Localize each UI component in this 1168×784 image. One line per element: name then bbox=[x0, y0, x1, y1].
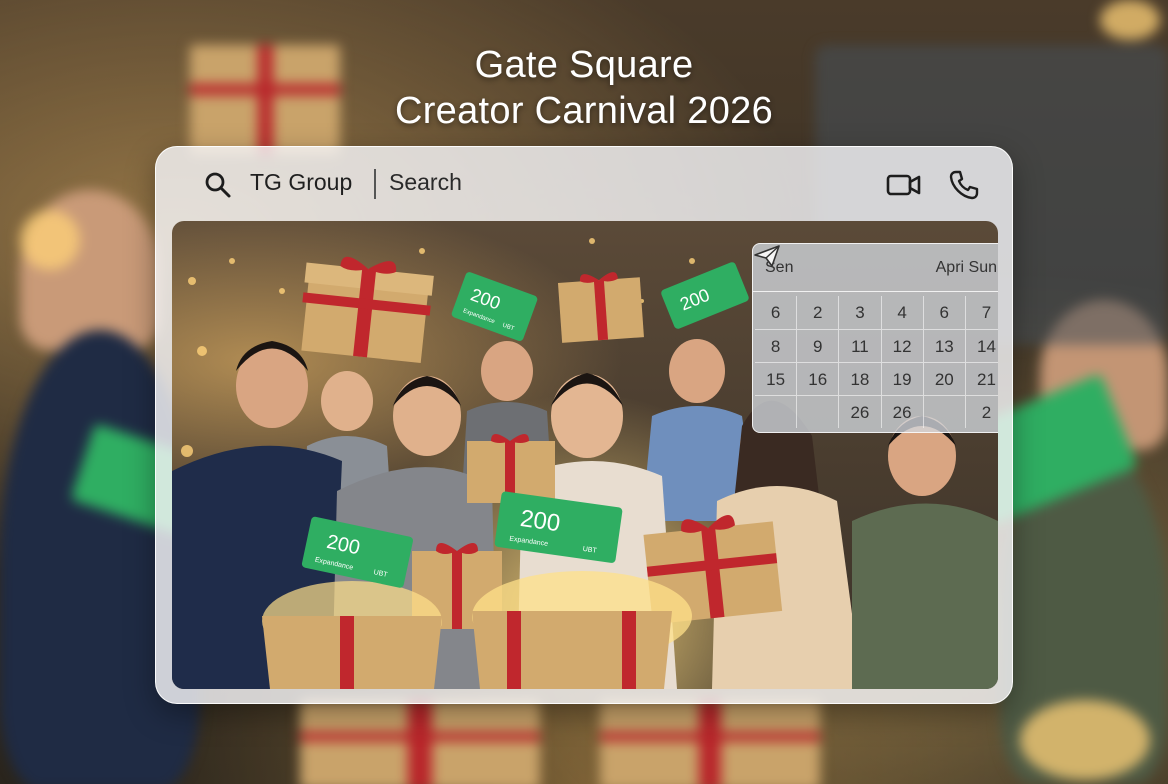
search-bar[interactable]: TG Group Search bbox=[156, 147, 1012, 221]
calendar-day[interactable]: 26 bbox=[880, 396, 923, 428]
search-input[interactable]: Search bbox=[389, 169, 462, 196]
calendar-week-row: 8 9 11 12 13 14 bbox=[755, 329, 998, 362]
ticket-amount: 200 bbox=[518, 505, 561, 537]
headline-line-2: Creator Carnival 2026 bbox=[394, 90, 774, 132]
paper-plane-icon[interactable] bbox=[753, 244, 781, 268]
calendar-week-row: 15 16 18 19 20 21 bbox=[755, 362, 998, 395]
calendar-day[interactable]: 11 bbox=[838, 330, 880, 362]
reward-ticket: 200 Expandance UBT bbox=[451, 272, 538, 341]
background-gift bbox=[600, 700, 820, 784]
calendar-week-row: 26 26 2 bbox=[755, 395, 998, 428]
background-bokeh bbox=[1020, 700, 1150, 780]
calendar-day[interactable]: 6 bbox=[922, 296, 965, 329]
background-bokeh bbox=[20, 210, 80, 270]
calendar-day[interactable]: 7 bbox=[964, 296, 998, 329]
background-gift bbox=[300, 700, 540, 784]
calendar-day[interactable]: 21 bbox=[964, 363, 998, 395]
phone-icon[interactable] bbox=[948, 169, 980, 201]
search-divider bbox=[374, 169, 376, 199]
calendar-day[interactable] bbox=[796, 396, 838, 428]
calendar-header: Sen Apri Sun bbox=[753, 244, 998, 292]
calendar-grid: 6 2 3 4 6 7 8 9 11 12 13 14 15 16 18 19 … bbox=[755, 296, 998, 428]
calendar-day[interactable]: 2 bbox=[964, 396, 998, 428]
chat-window-card: TG Group Search 200 Expandance UBT 200 2… bbox=[155, 146, 1013, 704]
calendar-day[interactable] bbox=[755, 396, 796, 428]
calendar-day[interactable]: 19 bbox=[880, 363, 923, 395]
calendar-day[interactable]: 9 bbox=[796, 330, 838, 362]
calendar-widget[interactable]: Sen Apri Sun 6 2 3 4 6 7 8 9 11 12 13 14… bbox=[752, 243, 998, 433]
calendar-day[interactable]: 18 bbox=[838, 363, 880, 395]
floating-gift bbox=[301, 256, 434, 363]
calendar-day[interactable]: 8 bbox=[755, 330, 796, 362]
calendar-week-row: 6 2 3 4 6 7 bbox=[755, 296, 998, 329]
headline-line-1: Gate Square bbox=[474, 44, 694, 86]
background-bokeh bbox=[1100, 0, 1160, 40]
calendar-day[interactable]: 20 bbox=[922, 363, 965, 395]
calendar-day[interactable]: 4 bbox=[880, 296, 923, 329]
calendar-day[interactable]: 12 bbox=[880, 330, 923, 362]
calendar-day[interactable]: 3 bbox=[838, 296, 880, 329]
calendar-day[interactable]: 26 bbox=[838, 396, 880, 428]
calendar-day[interactable] bbox=[922, 396, 965, 428]
open-gift-box bbox=[472, 571, 692, 689]
calendar-day[interactable]: 15 bbox=[755, 363, 796, 395]
floating-gift bbox=[557, 272, 644, 343]
search-icon[interactable] bbox=[204, 171, 232, 199]
celebration-photo: 200 Expandance UBT 200 200 Expandance UB… bbox=[172, 221, 998, 689]
group-name: TG Group bbox=[250, 169, 353, 195]
calendar-day[interactable]: 6 bbox=[755, 296, 796, 329]
video-camera-icon[interactable] bbox=[886, 171, 922, 199]
reward-ticket: 200 bbox=[661, 262, 749, 329]
calendar-day[interactable]: 2 bbox=[796, 296, 838, 329]
headline: Gate Square Creator Carnival 2026 bbox=[0, 42, 1168, 134]
calendar-day[interactable]: 14 bbox=[964, 330, 998, 362]
calendar-right-label: Apri Sun bbox=[935, 259, 997, 276]
calendar-day[interactable]: 13 bbox=[922, 330, 965, 362]
calendar-day[interactable]: 16 bbox=[796, 363, 838, 395]
open-gift-box bbox=[262, 581, 442, 689]
